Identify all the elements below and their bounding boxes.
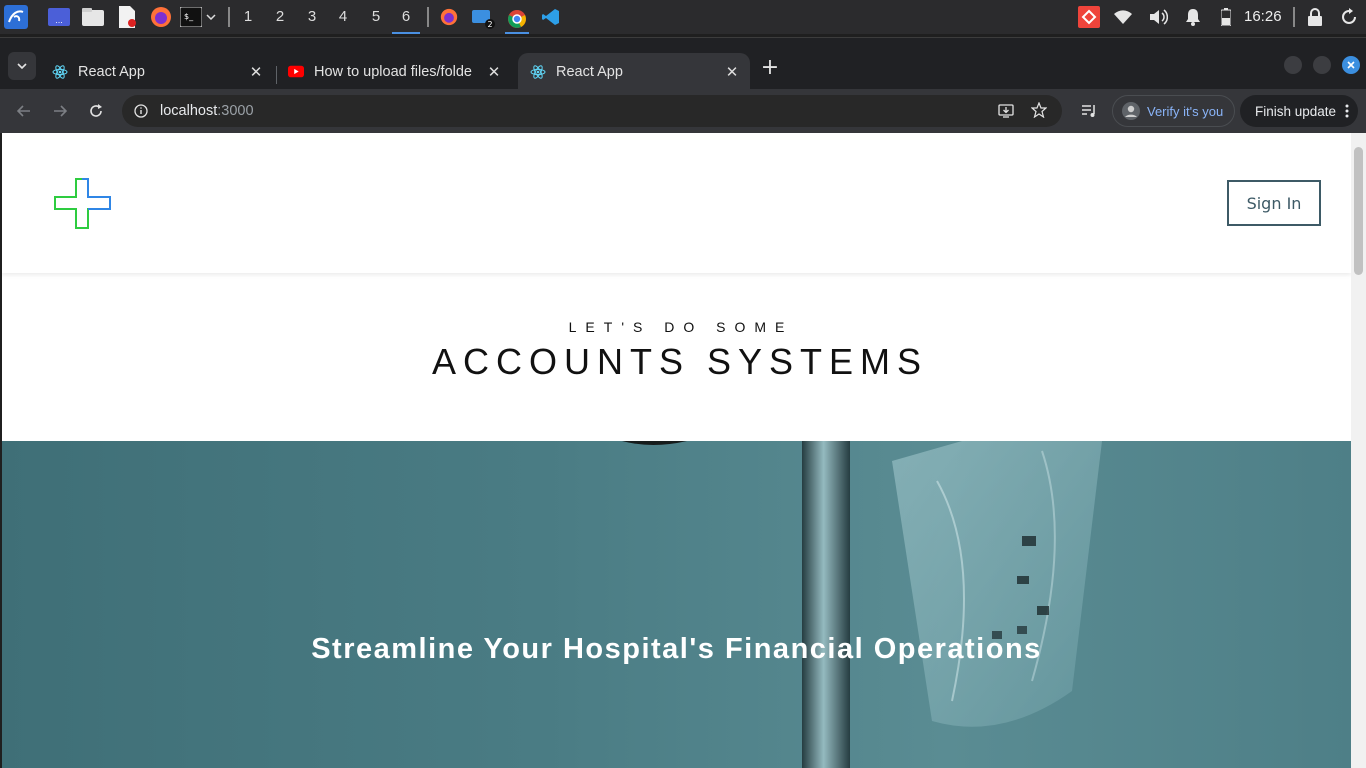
workspace-4[interactable]: 4 xyxy=(329,0,357,34)
close-tab-icon[interactable]: ✕ xyxy=(484,63,504,81)
forward-button[interactable] xyxy=(46,97,74,125)
anydesk-icon[interactable] xyxy=(1077,5,1101,29)
chevron-down-icon xyxy=(17,63,27,69)
finish-update-button[interactable]: Finish update xyxy=(1240,95,1358,127)
logout-icon[interactable] xyxy=(1337,5,1361,29)
os-taskbar: ... $_ 1 2 3 4 5 6 2 16:26 xyxy=(0,0,1366,34)
plus-icon: + xyxy=(760,54,780,80)
sign-in-button[interactable]: Sign In xyxy=(1227,180,1321,226)
hero-tagline: Streamline Your Hospital's Financial Ope… xyxy=(311,633,1042,665)
verify-label: Verify it's you xyxy=(1147,103,1224,119)
queue-music-icon xyxy=(1082,105,1095,117)
vscode-window-icon[interactable] xyxy=(539,5,563,29)
maximize-window-button[interactable] xyxy=(1313,56,1331,74)
battery-icon xyxy=(1214,5,1238,29)
react-icon xyxy=(530,64,546,80)
new-tab-button[interactable]: + xyxy=(756,53,784,81)
files-window-icon[interactable]: 2 xyxy=(471,5,495,29)
page-viewport: Sign In LET'S DO SOME ACCOUNTS SYSTEMS S… xyxy=(2,133,1351,768)
url-port: :3000 xyxy=(217,103,254,119)
site-header: Sign In xyxy=(2,133,1351,273)
kebab-menu-icon xyxy=(1345,104,1349,118)
taskbar-separator xyxy=(228,7,230,27)
close-icon xyxy=(1347,61,1355,69)
firefox-icon[interactable] xyxy=(149,5,173,29)
minimize-window-button[interactable] xyxy=(1284,56,1302,74)
wifi-icon[interactable] xyxy=(1111,5,1135,29)
arrow-left-icon xyxy=(17,105,30,117)
text-editor-icon[interactable] xyxy=(115,5,139,29)
firefox-window-icon[interactable] xyxy=(437,5,461,29)
browser-tab-strip: React App ✕ How to upload files/folde ✕ … xyxy=(0,37,1366,90)
tab-react-app-2[interactable]: React App ✕ xyxy=(518,53,750,90)
reload-icon xyxy=(90,104,102,117)
back-button[interactable] xyxy=(10,97,38,125)
react-icon xyxy=(52,64,68,80)
close-window-button[interactable] xyxy=(1342,56,1360,74)
hero-background-image xyxy=(622,441,1102,768)
file-manager-icon[interactable] xyxy=(81,5,105,29)
svg-text:$_: $_ xyxy=(184,12,194,21)
arrow-right-icon xyxy=(54,105,67,117)
scrollbar-thumb[interactable] xyxy=(1354,147,1363,275)
notifications-bell-icon[interactable] xyxy=(1181,5,1205,29)
verify-identity-button[interactable]: Verify it's you xyxy=(1112,95,1235,127)
url-host: localhost xyxy=(160,103,218,119)
section-kicker: LET'S DO SOME xyxy=(568,319,794,335)
reload-button[interactable] xyxy=(82,97,110,125)
workspace-1[interactable]: 1 xyxy=(234,0,262,34)
youtube-icon xyxy=(288,64,304,80)
kali-menu-icon[interactable] xyxy=(4,5,28,29)
show-desktop-icon[interactable]: ... xyxy=(47,5,71,29)
hero-banner: Streamline Your Hospital's Financial Ope… xyxy=(2,441,1351,768)
close-tab-icon[interactable]: ✕ xyxy=(246,63,266,81)
page-scrollbar[interactable] xyxy=(1351,133,1366,768)
tab-title: React App xyxy=(556,63,623,80)
taskbar-clock[interactable]: 16:26 xyxy=(1244,0,1282,34)
taskbar-separator xyxy=(427,7,429,27)
workspace-5[interactable]: 5 xyxy=(362,0,390,34)
profile-avatar-icon xyxy=(1122,102,1140,120)
finish-update-label: Finish update xyxy=(1255,103,1337,119)
medical-cross-logo[interactable] xyxy=(54,178,112,234)
workspace-3[interactable]: 3 xyxy=(298,0,326,34)
taskbar-separator xyxy=(1293,7,1295,27)
section-headline: ACCOUNTS SYSTEMS xyxy=(431,341,929,382)
lock-screen-icon[interactable] xyxy=(1303,5,1327,29)
media-controls-button[interactable] xyxy=(1075,97,1103,125)
tab-youtube-upload[interactable]: How to upload files/folde ✕ xyxy=(276,53,512,90)
bookmark-star-icon[interactable] xyxy=(1030,101,1048,122)
volume-icon[interactable] xyxy=(1146,5,1170,29)
chevron-down-icon[interactable] xyxy=(203,5,219,29)
tab-title: React App xyxy=(78,63,145,80)
tab-title: How to upload files/folde xyxy=(314,63,472,80)
workspace-6[interactable]: 6 xyxy=(392,0,420,34)
window-count-badge: 2 xyxy=(487,20,492,29)
close-tab-icon[interactable]: ✕ xyxy=(722,63,742,81)
svg-text:...: ... xyxy=(55,16,63,25)
tab-react-app-1[interactable]: React App ✕ xyxy=(40,53,274,90)
address-bar[interactable]: localhost:3000 xyxy=(122,95,1062,127)
workspace-2[interactable]: 2 xyxy=(266,0,294,34)
terminal-icon[interactable]: $_ xyxy=(179,5,203,29)
intro-section: LET'S DO SOME ACCOUNTS SYSTEMS xyxy=(2,273,1351,441)
site-info-icon[interactable] xyxy=(134,104,148,118)
tab-search-button[interactable] xyxy=(8,52,36,80)
browser-toolbar: localhost:3000 Verify it's you Finish up… xyxy=(0,89,1366,133)
install-app-icon[interactable] xyxy=(998,103,1014,123)
chrome-window-icon[interactable] xyxy=(505,5,529,34)
